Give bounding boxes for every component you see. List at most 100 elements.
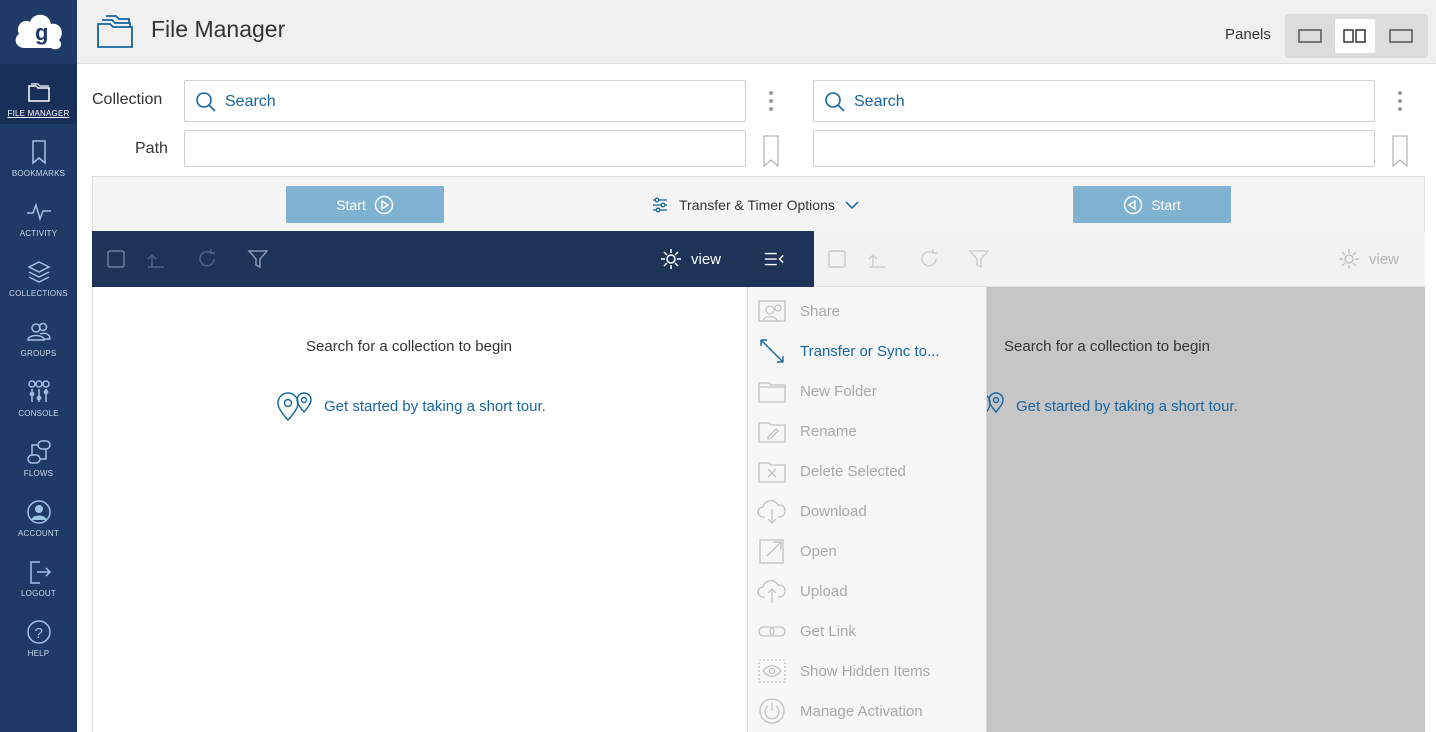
bookmark-icon [31, 140, 46, 165]
search-icon [196, 92, 216, 112]
menu-item-label: Get Link [800, 623, 856, 640]
transfer-bar: Start Transfer & Timer Options Start [92, 176, 1425, 232]
play-left-circle-icon [1124, 195, 1143, 214]
menu-item-label: Open [800, 543, 837, 560]
left-pane-toolbar: view [92, 231, 814, 287]
menu-item-label: Download [800, 503, 867, 520]
single-panel-button[interactable] [1290, 19, 1330, 53]
sidebar-item-flows[interactable]: FLOWS [0, 424, 77, 484]
tour-link[interactable]: Get started by taking a short tour. [276, 390, 546, 422]
left-view-button[interactable]: view [659, 247, 721, 271]
sidebar-item-collections[interactable]: COLLECTIONS [0, 244, 77, 304]
filter-icon[interactable] [247, 248, 269, 270]
upload-icon [757, 579, 786, 603]
right-panel-icon [1389, 29, 1413, 43]
right-file-pane: Search for a collection to begin Get sta… [969, 287, 1425, 732]
menu-item-new-folder[interactable]: New Folder [748, 371, 986, 411]
menu-item-label: Upload [800, 583, 848, 600]
menu-item-transfer-sync[interactable]: Transfer or Sync to... [748, 331, 986, 371]
panels-label: Panels [1225, 26, 1271, 43]
start-label: Start [1151, 196, 1181, 213]
globus-logo[interactable]: g [0, 0, 77, 64]
empty-state-message: Search for a collection to begin [306, 338, 512, 355]
menu-item-show-hidden[interactable]: Show Hidden Items [748, 651, 986, 691]
left-path-input[interactable] [184, 130, 746, 167]
panels-toggle-group [1285, 14, 1428, 58]
layers-icon [26, 261, 51, 283]
file-manager-folder-icon [97, 15, 133, 48]
left-collection-search-input[interactable]: Search [184, 80, 746, 122]
logout-icon [29, 561, 51, 584]
menu-item-rename[interactable]: Rename [748, 411, 986, 451]
sidebar-item-label: FLOWS [23, 469, 54, 478]
menu-collapse-icon[interactable] [763, 248, 785, 270]
left-file-pane: Search for a collection to begin Get sta… [92, 287, 747, 732]
start-transfer-left-button[interactable]: Start [286, 186, 444, 223]
dual-panel-icon [1343, 29, 1366, 43]
right-collection-more-menu[interactable] [1394, 86, 1406, 116]
eye-icon [758, 659, 786, 683]
up-folder-icon[interactable] [145, 248, 167, 270]
right-panel-button[interactable] [1381, 19, 1421, 53]
tour-link-label: Get started by taking a short tour. [1016, 397, 1238, 415]
menu-item-delete-selected[interactable]: Delete Selected [748, 451, 986, 491]
start-label: Start [336, 196, 366, 213]
menu-item-download[interactable]: Download [748, 491, 986, 531]
tour-link[interactable]: Get started by taking a short tour. [968, 390, 1238, 422]
select-all-checkbox-icon[interactable] [826, 248, 848, 270]
sidebar-item-console[interactable]: CONSOLE [0, 364, 77, 424]
view-label: view [1369, 250, 1400, 268]
sidebar-item-groups[interactable]: GROUPS [0, 304, 77, 364]
right-path-input[interactable] [813, 130, 1375, 167]
pulse-icon [26, 202, 51, 222]
new-folder-icon [758, 382, 786, 403]
sidebar-item-bookmarks[interactable]: BOOKMARKS [0, 124, 77, 184]
sidebar-item-label: LOGOUT [21, 589, 56, 598]
sidebar-item-help[interactable]: ? HELP [0, 604, 77, 664]
select-all-checkbox-icon[interactable] [105, 248, 127, 270]
search-placeholder: Search [225, 93, 276, 110]
menu-item-label: New Folder [800, 383, 877, 400]
file-actions-menu: Share Transfer or Sync to... New Folder … [747, 287, 987, 732]
refresh-icon[interactable] [196, 248, 218, 270]
chevron-down-icon [845, 200, 859, 209]
transfer-timer-options-button[interactable]: Transfer & Timer Options [651, 186, 859, 223]
sidebar-item-file-manager[interactable]: FILE MANAGER [0, 64, 77, 124]
dual-panel-button[interactable] [1335, 19, 1375, 53]
sliders-icon [27, 380, 50, 402]
menu-item-upload[interactable]: Upload [748, 571, 986, 611]
right-view-button[interactable]: view [1337, 247, 1399, 271]
menu-item-label: Rename [800, 423, 857, 440]
menu-item-get-link[interactable]: Get Link [748, 611, 986, 651]
globus-cloud-logo-icon: g [15, 14, 62, 50]
empty-state-message: Search for a collection to begin [1004, 338, 1210, 355]
menu-item-label: Share [800, 303, 841, 320]
start-transfer-right-button[interactable]: Start [1073, 186, 1231, 223]
link-icon [758, 626, 786, 637]
rename-icon [758, 422, 786, 443]
sidebar-item-label: GROUPS [20, 349, 57, 358]
up-folder-icon[interactable] [866, 248, 888, 270]
page-header: File Manager Panels [77, 0, 1436, 64]
left-bookmark-icon[interactable] [763, 135, 779, 167]
transfer-options-label: Transfer & Timer Options [679, 196, 835, 213]
left-collection-more-menu[interactable] [765, 86, 777, 116]
sidebar-item-activity[interactable]: ACTIVITY [0, 184, 77, 244]
people-icon [26, 322, 51, 341]
menu-item-label: Delete Selected [800, 463, 906, 480]
menu-item-share[interactable]: Share [748, 291, 986, 331]
sidebar-item-account[interactable]: ACCOUNT [0, 484, 77, 544]
filter-icon[interactable] [968, 248, 990, 270]
flows-icon [26, 440, 51, 464]
gear-icon [661, 249, 681, 269]
right-collection-search-input[interactable]: Search [813, 80, 1375, 122]
right-bookmark-icon[interactable] [1392, 135, 1408, 167]
map-pins-icon [277, 392, 312, 422]
tour-link-label: Get started by taking a short tour. [324, 397, 546, 415]
menu-item-open[interactable]: Open [748, 531, 986, 571]
refresh-icon[interactable] [918, 248, 940, 270]
menu-item-label: Transfer or Sync to... [800, 343, 940, 360]
menu-item-manage-activation[interactable]: Manage Activation [748, 691, 986, 731]
user-icon [26, 500, 51, 524]
sidebar-item-logout[interactable]: LOGOUT [0, 544, 77, 604]
